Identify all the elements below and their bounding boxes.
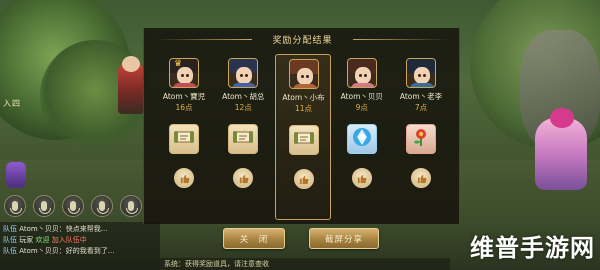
player-name: Atom丶胡总 (222, 92, 265, 101)
voice-mic-button[interactable] (62, 195, 84, 217)
chat-line: 队伍 玩家 欢迎 加入队伍中 (3, 235, 157, 246)
player-avatar[interactable] (288, 59, 319, 89)
avatar-eye (186, 74, 189, 77)
microphone-icon (126, 201, 138, 214)
player-avatar[interactable] (228, 58, 259, 88)
chat-channel-tag: 队伍 (3, 236, 17, 244)
chat-message: Atom丶贝贝：好的我看到了... (19, 247, 115, 255)
thumbs-up-icon (356, 169, 367, 188)
dialog-title: 奖励分配结果 (272, 35, 333, 46)
player-list: ♛ Atom丶寶児 16点 Atom丶胡总 12点 Atom丶小布 11点 Atom丶贝贝 9点… (156, 54, 449, 220)
player-column: Atom丶贝贝 9点 (334, 54, 390, 220)
microphone-icon (39, 201, 51, 214)
avatar-eye (418, 74, 421, 77)
avatar-body (292, 84, 317, 88)
chat-message-rest: 加入队伍中 (51, 236, 87, 244)
title-divider-left (156, 39, 252, 40)
player-name: Atom丶贝贝 (340, 92, 383, 101)
avatar-eye (423, 74, 426, 77)
player-points: 7点 (414, 103, 428, 112)
avatar-face (296, 68, 313, 85)
flower-icon (410, 126, 432, 152)
scroll-icon (232, 128, 254, 150)
player-name: Atom丶寶児 (162, 92, 206, 101)
like-button[interactable] (174, 168, 194, 188)
crystal-icon (351, 126, 373, 152)
microphone-icon (68, 201, 80, 214)
avatar-body (173, 83, 197, 87)
player-points: 16点 (175, 103, 193, 112)
voice-mic-button[interactable] (120, 195, 142, 217)
avatar-body (350, 83, 375, 87)
chat-panel[interactable]: 队伍 Atom丶贝贝：快点来帮我... 队伍 玩家 欢迎 加入队伍中 队伍 At… (0, 222, 160, 270)
player-column: Atom丶小布 11点 (274, 54, 331, 220)
unicorn-head (550, 108, 574, 128)
avatar-body (232, 83, 257, 87)
avatar-eye (305, 75, 309, 78)
avatar-face (236, 67, 253, 84)
voice-button-row (4, 195, 142, 217)
site-watermark: 维普手游网 (470, 234, 595, 262)
like-button[interactable] (351, 168, 372, 188)
player-points: 9点 (355, 103, 368, 112)
microphone-icon (10, 201, 22, 214)
avatar-body (410, 83, 434, 87)
thumbs-up-icon (298, 170, 309, 189)
like-button[interactable] (233, 168, 254, 188)
microphone-icon (97, 201, 109, 214)
system-message: 系统：获得奖励道具，请注意查收 (160, 258, 450, 270)
avatar-eye (358, 74, 362, 77)
chat-channel-tag: 队伍 (3, 225, 17, 233)
avatar-eye (363, 74, 367, 77)
scroll-icon (293, 129, 315, 151)
avatar-face (177, 67, 193, 84)
avatar-face (354, 67, 371, 84)
player-points: 11点 (294, 104, 313, 113)
title-divider-right (353, 39, 449, 40)
reward-item-flower[interactable] (406, 124, 436, 154)
chat-line: 队伍 Atom丶贝贝：好的我看到了... (3, 246, 157, 257)
thumbs-up-icon (238, 169, 249, 188)
close-button[interactable]: 关 闭 (223, 228, 285, 249)
player-avatar[interactable]: ♛ (169, 58, 199, 88)
player-avatar[interactable] (406, 58, 436, 88)
voice-mic-button[interactable] (33, 195, 55, 217)
like-button[interactable] (411, 168, 431, 188)
reward-distribution-dialog: 奖励分配结果 ♛ Atom丶寶児 16点 Atom丶胡总 12点 Atom丶小布 11点 At… (143, 28, 460, 224)
reward-item-crystal[interactable] (346, 124, 377, 154)
screenshot-share-button[interactable]: 截屏分享 (309, 228, 379, 249)
reward-item-scroll[interactable] (288, 125, 319, 155)
player-column: ♛ Atom丶寶児 16点 (156, 54, 212, 220)
player-character-head (122, 56, 140, 72)
player-column: Atom丶老李 7点 (393, 54, 449, 220)
dialog-title-bar: 奖励分配结果 (144, 28, 461, 50)
player-points: 12点 (234, 103, 252, 112)
avatar-face (414, 67, 430, 84)
player-name: Atom丶老李 (399, 92, 443, 101)
thumbs-up-icon (179, 169, 190, 188)
crown-icon: ♛ (174, 59, 183, 69)
player-name: Atom丶小布 (282, 93, 325, 102)
like-button[interactable] (293, 169, 314, 189)
player-avatar[interactable] (346, 58, 377, 88)
reward-item-scroll[interactable] (169, 124, 199, 154)
chat-channel-tag: 队伍 (3, 247, 17, 255)
hud-label: 入四 (3, 99, 21, 108)
player-column: Atom丶胡总 12点 (215, 54, 271, 220)
avatar-eye (181, 74, 184, 77)
companion-character[interactable] (6, 162, 26, 188)
chat-message: Atom丶贝贝：快点来帮我... (19, 225, 108, 233)
scroll-icon (173, 128, 195, 150)
unicorn-mount[interactable] (535, 118, 587, 190)
chat-highlight: 欢迎 (35, 236, 50, 244)
chat-message: 玩家 (19, 236, 34, 244)
voice-mic-button[interactable] (91, 195, 113, 217)
reward-item-scroll[interactable] (228, 124, 259, 154)
voice-mic-button[interactable] (4, 195, 26, 217)
chat-line: 队伍 Atom丶贝贝：快点来帮我... (3, 224, 157, 235)
thumbs-up-icon (416, 169, 427, 188)
avatar-eye (300, 75, 304, 78)
